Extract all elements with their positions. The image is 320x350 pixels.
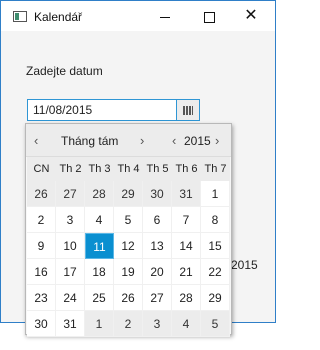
minimize-button[interactable] (143, 1, 187, 31)
date-prompt-label: Zadejte datum (26, 64, 103, 78)
weekday-label: Th 5 (143, 157, 172, 181)
calendar-day[interactable]: 10 (56, 233, 85, 259)
calendar-day[interactable]: 13 (143, 233, 172, 259)
weekday-header: CN Th 2 Th 3 Th 4 Th 5 Th 6 Th 7 (27, 157, 230, 181)
month-label: Tháng tám (61, 134, 119, 148)
calendar-day[interactable]: 21 (172, 259, 201, 285)
chevron-right-icon: › (140, 133, 145, 148)
calendar-day[interactable]: 24 (56, 285, 85, 311)
calendar-day[interactable]: 1 (201, 181, 230, 207)
calendar-day[interactable]: 30 (27, 311, 56, 337)
next-year-button[interactable]: › (215, 133, 219, 148)
prev-month-button[interactable]: ‹ (34, 133, 38, 148)
calendar-week-row: 23 24 25 26 27 28 29 (27, 285, 230, 311)
calendar-weeks: 26 27 28 29 30 31 1 2 3 4 5 6 7 8 9 10 11 12 13 14 15 16 17 18 1… (27, 181, 230, 337)
calendar-icon (183, 106, 193, 116)
calendar-day[interactable]: 5 (201, 311, 230, 337)
calendar-week-row: 16 17 18 19 20 21 22 (27, 259, 230, 285)
date-picker-popup: ‹ Tháng tám › ‹ 2015 › CN Th 2 Th 3 Th 4 Th … (25, 123, 232, 337)
calendar-day[interactable]: 17 (56, 259, 85, 285)
next-month-button[interactable]: › (140, 133, 144, 148)
calendar-day[interactable]: 23 (27, 285, 56, 311)
calendar-day[interactable]: 18 (85, 259, 114, 285)
date-picker-header: ‹ Tháng tám › ‹ 2015 › (26, 124, 231, 157)
calendar-week-row: 30 31 1 2 3 4 5 (27, 311, 230, 337)
calendar-week-row: 2345678 (27, 207, 230, 233)
close-icon: ✕ (244, 7, 258, 24)
calendar-day[interactable]: 7 (172, 207, 201, 233)
calendar-day[interactable]: 4 (85, 207, 114, 233)
calendar-day[interactable]: 3 (56, 207, 85, 233)
calendar-day[interactable]: 29 (201, 285, 230, 311)
title-bar[interactable]: Kalendář ✕ (1, 1, 275, 31)
minimize-icon (160, 16, 170, 18)
calendar-day[interactable]: 27 (56, 181, 85, 207)
date-input[interactable] (27, 99, 177, 121)
calendar-button[interactable] (176, 99, 200, 121)
year-label: 2015 (184, 134, 211, 148)
calendar-day[interactable]: 14 (172, 233, 201, 259)
calendar-day[interactable]: 26 (114, 285, 143, 311)
maximize-button[interactable] (187, 1, 231, 31)
calendar-day[interactable]: 5 (114, 207, 143, 233)
weekday-label: Th 2 (56, 157, 85, 181)
calendar-day[interactable]: 9 (27, 233, 56, 259)
calendar-day[interactable]: 20 (143, 259, 172, 285)
window-title: Kalendář (34, 10, 83, 24)
weekday-label: CN (27, 157, 56, 181)
calendar-day[interactable]: 25 (85, 285, 114, 311)
chevron-right-icon: › (215, 133, 220, 148)
calendar-day[interactable]: 6 (143, 207, 172, 233)
calendar-day-selected[interactable]: 11 (85, 233, 114, 259)
calendar-day[interactable]: 26 (27, 181, 56, 207)
calendar-day[interactable]: 12 (114, 233, 143, 259)
calendar-day[interactable]: 2 (114, 311, 143, 337)
calendar-grid: CN Th 2 Th 3 Th 4 Th 5 Th 6 Th 7 26 27 28 29 30 31 1… (27, 157, 230, 337)
selected-date-text: 2015 (231, 258, 258, 272)
chevron-left-icon: ‹ (172, 133, 177, 148)
weekday-label: Th 4 (114, 157, 143, 181)
calendar-day[interactable]: 2 (27, 207, 56, 233)
weekday-label: Th 3 (85, 157, 114, 181)
maximize-icon (203, 11, 215, 23)
chevron-left-icon: ‹ (34, 133, 39, 148)
calendar-week-row: 26 27 28 29 30 31 1 (27, 181, 230, 207)
calendar-day[interactable]: 4 (172, 311, 201, 337)
calendar-day[interactable]: 31 (56, 311, 85, 337)
weekday-label: Th 6 (172, 157, 201, 181)
app-icon (13, 11, 27, 22)
calendar-day[interactable]: 31 (172, 181, 201, 207)
calendar-day[interactable]: 3 (143, 311, 172, 337)
calendar-day[interactable]: 29 (114, 181, 143, 207)
close-button[interactable]: ✕ (229, 1, 273, 31)
calendar-day[interactable]: 28 (172, 285, 201, 311)
calendar-day[interactable]: 27 (143, 285, 172, 311)
calendar-day[interactable]: 28 (85, 181, 114, 207)
calendar-day[interactable]: 22 (201, 259, 230, 285)
prev-year-button[interactable]: ‹ (172, 133, 176, 148)
calendar-week-row: 9 10 11 12 13 14 15 (27, 233, 230, 259)
calendar-day[interactable]: 19 (114, 259, 143, 285)
calendar-day[interactable]: 1 (85, 311, 114, 337)
calendar-day[interactable]: 30 (143, 181, 172, 207)
calendar-day[interactable]: 16 (27, 259, 56, 285)
calendar-day[interactable]: 8 (201, 207, 230, 233)
calendar-day[interactable]: 15 (201, 233, 230, 259)
weekday-label: Th 7 (201, 157, 230, 181)
